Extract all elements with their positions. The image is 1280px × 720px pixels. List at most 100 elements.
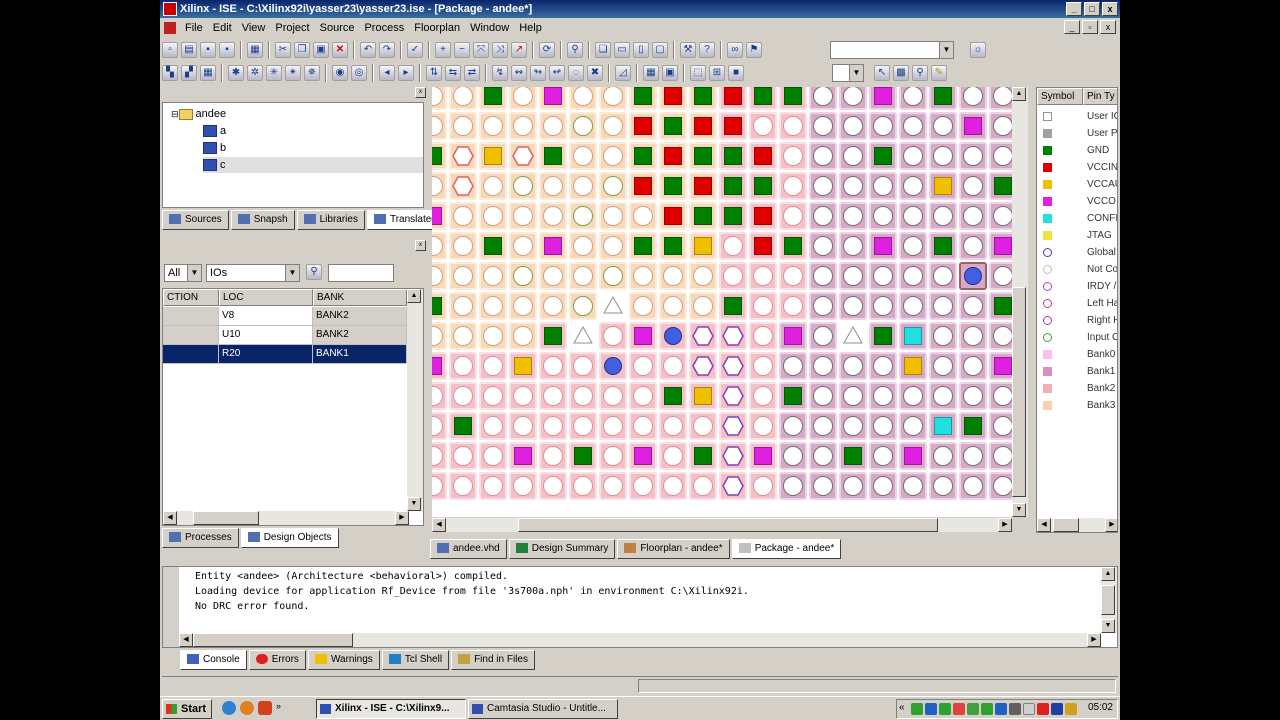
package-pin[interactable] bbox=[658, 171, 688, 201]
legend-item[interactable]: Not Co bbox=[1037, 261, 1117, 278]
redo-icon[interactable]: ↷ bbox=[379, 42, 395, 58]
package-pin[interactable] bbox=[478, 291, 508, 321]
zoom-out-icon[interactable]: − bbox=[454, 42, 470, 58]
package-pin[interactable] bbox=[808, 171, 838, 201]
package-pin[interactable] bbox=[538, 111, 568, 141]
package-pin[interactable] bbox=[628, 381, 658, 411]
package-pin[interactable] bbox=[508, 471, 538, 501]
package-pin[interactable] bbox=[568, 441, 598, 471]
package-pin[interactable] bbox=[868, 321, 898, 351]
package-pin[interactable] bbox=[778, 381, 808, 411]
package-pin[interactable] bbox=[688, 171, 718, 201]
tile-vertical-icon[interactable]: ▯ bbox=[633, 42, 649, 58]
package-pin[interactable] bbox=[718, 87, 748, 111]
package-pin[interactable] bbox=[538, 351, 568, 381]
package-pin[interactable] bbox=[928, 441, 958, 471]
package-pin[interactable] bbox=[958, 291, 988, 321]
package-pin[interactable] bbox=[988, 141, 1012, 171]
search-icon[interactable]: ⚲ bbox=[306, 264, 322, 280]
package-pin[interactable] bbox=[838, 321, 868, 351]
save-icon[interactable]: ▪ bbox=[200, 42, 216, 58]
package-pin[interactable] bbox=[778, 261, 808, 291]
save-all-icon[interactable]: ▪ bbox=[219, 42, 235, 58]
package-pin[interactable] bbox=[868, 141, 898, 171]
package-pin[interactable] bbox=[568, 171, 598, 201]
package-pin[interactable] bbox=[718, 471, 748, 501]
paste-icon[interactable]: ▣ bbox=[313, 42, 329, 58]
package-pin[interactable] bbox=[598, 471, 628, 501]
filter-type-combo[interactable]: IOs ▼ bbox=[206, 264, 300, 282]
package-hscroll[interactable]: ◀ ▶ bbox=[432, 518, 1012, 532]
package-pin[interactable] bbox=[838, 471, 868, 501]
cascade-icon[interactable]: ❏ bbox=[595, 42, 611, 58]
package-pin[interactable] bbox=[538, 411, 568, 441]
package-pin[interactable] bbox=[478, 381, 508, 411]
package-pin[interactable] bbox=[658, 441, 688, 471]
package-pin[interactable] bbox=[508, 411, 538, 441]
find-in-files-icon[interactable]: ⚑ bbox=[746, 42, 762, 58]
package-pin[interactable] bbox=[508, 87, 538, 111]
package-pin[interactable] bbox=[748, 231, 778, 261]
package-pin[interactable] bbox=[598, 321, 628, 351]
package-pin[interactable] bbox=[598, 87, 628, 111]
package-pin[interactable] bbox=[688, 87, 718, 111]
package-pin[interactable] bbox=[448, 231, 478, 261]
package-pin[interactable] bbox=[988, 471, 1012, 501]
tray-icon[interactable] bbox=[1023, 703, 1035, 715]
menu-help[interactable]: Help bbox=[514, 22, 547, 34]
package-pin[interactable] bbox=[838, 141, 868, 171]
zoom-full-icon[interactable]: ⤨ bbox=[492, 42, 508, 58]
package-pin[interactable] bbox=[688, 411, 718, 441]
package-pin[interactable] bbox=[508, 381, 538, 411]
package-pin[interactable] bbox=[718, 231, 748, 261]
package-pin[interactable] bbox=[598, 231, 628, 261]
legend-item[interactable]: VCCINT bbox=[1037, 159, 1117, 176]
cut-icon[interactable]: ✂ bbox=[275, 42, 291, 58]
package-pin[interactable] bbox=[628, 321, 658, 351]
package-pin[interactable] bbox=[718, 141, 748, 171]
package-pin[interactable] bbox=[868, 441, 898, 471]
objects-hscroll[interactable]: ◀ ▶ bbox=[163, 511, 409, 525]
package-pin[interactable] bbox=[868, 171, 898, 201]
package-pin[interactable] bbox=[688, 381, 718, 411]
package-pin[interactable] bbox=[958, 231, 988, 261]
package-pin[interactable] bbox=[568, 381, 598, 411]
package-pin[interactable] bbox=[508, 141, 538, 171]
package-pin[interactable] bbox=[748, 471, 778, 501]
window-titlebar[interactable]: Xilinx - ISE - C:\Xilinx92i\yasser23\yas… bbox=[160, 0, 1120, 18]
package-pin[interactable] bbox=[508, 201, 538, 231]
package-pin[interactable] bbox=[958, 171, 988, 201]
package-pin[interactable] bbox=[778, 321, 808, 351]
package-pin[interactable] bbox=[778, 291, 808, 321]
package-pin[interactable] bbox=[838, 291, 868, 321]
package-pin[interactable] bbox=[838, 351, 868, 381]
package-pin[interactable] bbox=[838, 261, 868, 291]
legend-item[interactable]: User IC bbox=[1037, 108, 1117, 125]
package-pin[interactable] bbox=[538, 381, 568, 411]
tab-warnings[interactable]: Warnings bbox=[307, 650, 380, 670]
package-pin[interactable] bbox=[432, 231, 448, 261]
sources-close-button[interactable]: x bbox=[415, 87, 426, 98]
package-pin[interactable] bbox=[868, 351, 898, 381]
package-pin[interactable] bbox=[838, 87, 868, 111]
package-pin[interactable] bbox=[658, 231, 688, 261]
package-pin[interactable] bbox=[778, 471, 808, 501]
clock[interactable]: 05:02 bbox=[1088, 702, 1113, 713]
tray-icon[interactable] bbox=[1065, 703, 1077, 715]
package-pin-view[interactable] bbox=[432, 87, 1012, 517]
start-button[interactable]: Start bbox=[162, 699, 212, 719]
package-pin[interactable] bbox=[598, 171, 628, 201]
delete-icon[interactable]: ✕ bbox=[332, 42, 348, 58]
package-pin[interactable] bbox=[688, 141, 718, 171]
package-pin[interactable] bbox=[688, 261, 718, 291]
menu-edit[interactable]: Edit bbox=[208, 22, 237, 34]
package-pin[interactable] bbox=[748, 351, 778, 381]
package-pin[interactable] bbox=[688, 321, 718, 351]
package-pin[interactable] bbox=[432, 171, 448, 201]
package-pin[interactable] bbox=[568, 111, 598, 141]
grid-icon[interactable]: ▦ bbox=[643, 65, 659, 81]
package-pin[interactable] bbox=[568, 321, 598, 351]
package-pin[interactable] bbox=[928, 291, 958, 321]
fp-tool-10-icon[interactable]: ◎ bbox=[351, 65, 367, 81]
menu-project[interactable]: Project bbox=[270, 22, 314, 34]
